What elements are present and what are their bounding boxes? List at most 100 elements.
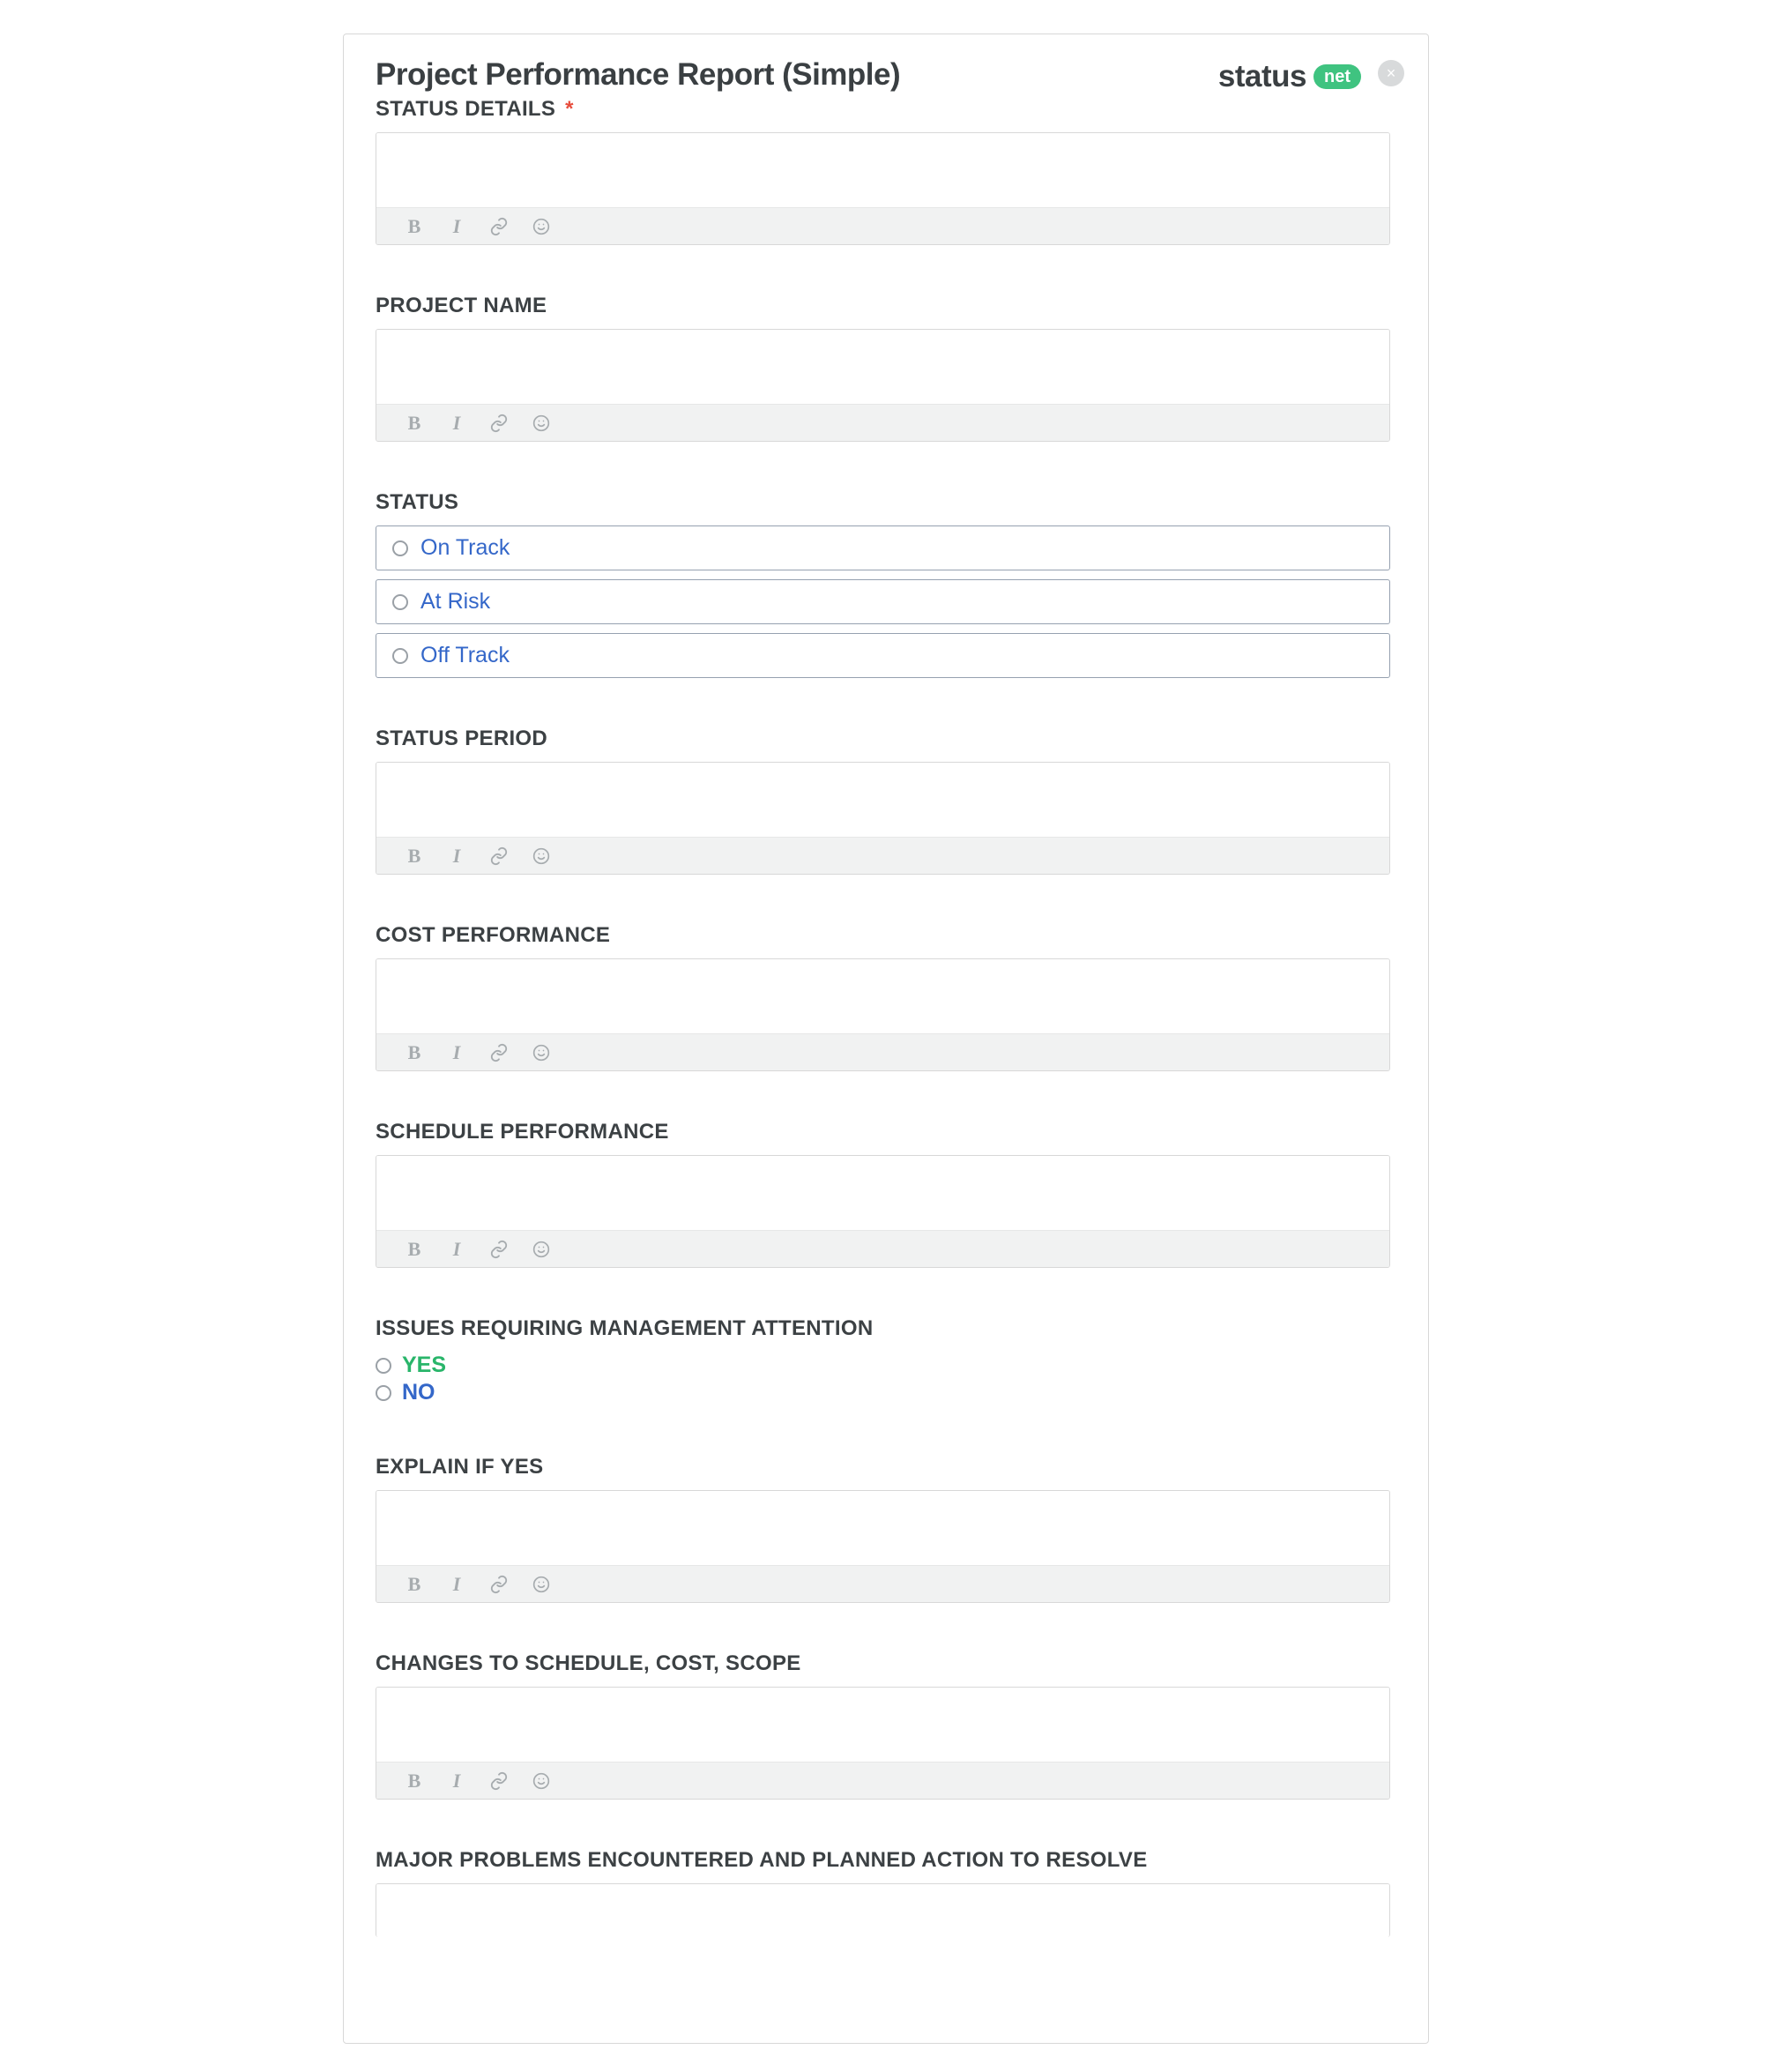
bold-button[interactable]: B	[405, 414, 424, 433]
emoji-button[interactable]	[532, 217, 551, 236]
link-icon	[489, 217, 509, 236]
label-explain-if-yes: EXPLAIN IF YES	[376, 1455, 1396, 1479]
close-icon: ×	[1387, 65, 1396, 81]
link-icon	[489, 1771, 509, 1791]
label-status-period: STATUS PERIOD	[376, 727, 1396, 751]
close-button[interactable]: ×	[1378, 60, 1404, 86]
label-status: STATUS	[376, 490, 1396, 515]
emoji-button[interactable]	[532, 1575, 551, 1594]
smile-icon	[532, 1576, 550, 1593]
editor-cost-performance-body[interactable]	[376, 959, 1389, 1033]
label-schedule-performance: SCHEDULE PERFORMANCE	[376, 1120, 1396, 1144]
label-changes: CHANGES TO SCHEDULE, COST, SCOPE	[376, 1651, 1396, 1676]
status-option-at-risk[interactable]: At Risk	[376, 579, 1390, 624]
section-issues: ISSUES REQUIRING MANAGEMENT ATTENTION YE…	[376, 1316, 1396, 1406]
label-cost-performance: COST PERFORMANCE	[376, 923, 1396, 948]
status-option-off-track-label: Off Track	[420, 643, 510, 668]
editor-schedule-performance: B I	[376, 1155, 1390, 1268]
italic-button[interactable]: I	[447, 846, 466, 866]
bold-button[interactable]: B	[405, 1043, 424, 1062]
radio-icon	[392, 540, 408, 556]
label-status-details-text: STATUS DETAILS	[376, 97, 555, 121]
label-major-problems: MAJOR PROBLEMS ENCOUNTERED AND PLANNED A…	[376, 1848, 1396, 1873]
editor-schedule-performance-body[interactable]	[376, 1156, 1389, 1230]
editor-status-period: B I	[376, 762, 1390, 875]
radio-icon	[392, 648, 408, 664]
bold-button[interactable]: B	[405, 1575, 424, 1594]
editor-changes: B I	[376, 1687, 1390, 1800]
section-schedule-performance: SCHEDULE PERFORMANCE B I	[376, 1120, 1396, 1268]
editor-changes-body[interactable]	[376, 1688, 1389, 1762]
italic-button[interactable]: I	[447, 1240, 466, 1259]
editor-explain-if-yes: B I	[376, 1490, 1390, 1603]
smile-icon	[532, 218, 550, 235]
editor-cost-performance-toolbar: B I	[376, 1033, 1389, 1070]
editor-status-details-body[interactable]	[376, 133, 1389, 207]
issues-option-yes-label: YES	[402, 1353, 446, 1378]
emoji-button[interactable]	[532, 414, 551, 433]
link-button[interactable]	[489, 846, 509, 866]
editor-explain-if-yes-body[interactable]	[376, 1491, 1389, 1565]
link-button[interactable]	[489, 1575, 509, 1594]
italic-button[interactable]: I	[447, 1771, 466, 1791]
status-radio-list: On Track At Risk Off Track	[376, 525, 1390, 678]
label-status-details: STATUS DETAILS *	[376, 97, 1396, 122]
section-cost-performance: COST PERFORMANCE B I	[376, 923, 1396, 1071]
issues-option-yes[interactable]: YES	[376, 1352, 1396, 1379]
editor-explain-if-yes-toolbar: B I	[376, 1565, 1389, 1602]
emoji-button[interactable]	[532, 1771, 551, 1791]
bold-button[interactable]: B	[405, 1771, 424, 1791]
section-status: STATUS On Track At Risk Off Track	[376, 490, 1396, 678]
link-button[interactable]	[489, 414, 509, 433]
link-button[interactable]	[489, 1771, 509, 1791]
brand-logo-badge: net	[1313, 64, 1361, 89]
issues-option-no[interactable]: NO	[376, 1379, 1396, 1406]
bold-button[interactable]: B	[405, 1240, 424, 1259]
link-icon	[489, 1240, 509, 1259]
bold-button[interactable]: B	[405, 846, 424, 866]
italic-button[interactable]: I	[447, 414, 466, 433]
status-option-off-track[interactable]: Off Track	[376, 633, 1390, 678]
link-icon	[489, 846, 509, 866]
editor-status-details-toolbar: B I	[376, 207, 1389, 244]
italic-button[interactable]: I	[447, 1043, 466, 1062]
link-icon	[489, 1575, 509, 1594]
section-project-name: PROJECT NAME B I	[376, 294, 1396, 442]
bold-button[interactable]: B	[405, 217, 424, 236]
radio-icon	[376, 1385, 391, 1401]
status-option-on-track[interactable]: On Track	[376, 525, 1390, 570]
issues-option-no-label: NO	[402, 1380, 435, 1405]
radio-icon	[376, 1358, 391, 1374]
status-option-at-risk-label: At Risk	[420, 589, 490, 615]
section-major-problems: MAJOR PROBLEMS ENCOUNTERED AND PLANNED A…	[376, 1848, 1396, 1937]
section-status-details: STATUS DETAILS * B I	[376, 97, 1396, 245]
emoji-button[interactable]	[532, 1240, 551, 1259]
editor-status-period-toolbar: B I	[376, 837, 1389, 874]
section-status-period: STATUS PERIOD B I	[376, 727, 1396, 875]
section-changes: CHANGES TO SCHEDULE, COST, SCOPE B I	[376, 1651, 1396, 1800]
editor-major-problems-body[interactable]	[376, 1884, 1389, 1937]
link-icon	[489, 1043, 509, 1062]
emoji-button[interactable]	[532, 1043, 551, 1062]
italic-button[interactable]: I	[447, 1575, 466, 1594]
label-issues: ISSUES REQUIRING MANAGEMENT ATTENTION	[376, 1316, 1396, 1341]
page-title: Project Performance Report (Simple)	[376, 57, 900, 93]
editor-project-name-body[interactable]	[376, 330, 1389, 404]
link-button[interactable]	[489, 1043, 509, 1062]
brand-logo: status net	[1218, 59, 1361, 94]
emoji-button[interactable]	[532, 846, 551, 866]
editor-changes-toolbar: B I	[376, 1762, 1389, 1799]
smile-icon	[532, 1772, 550, 1790]
smile-icon	[532, 847, 550, 865]
smile-icon	[532, 414, 550, 432]
editor-status-period-body[interactable]	[376, 763, 1389, 837]
link-button[interactable]	[489, 1240, 509, 1259]
editor-status-details: B I	[376, 132, 1390, 245]
italic-button[interactable]: I	[447, 217, 466, 236]
link-button[interactable]	[489, 217, 509, 236]
link-icon	[489, 414, 509, 433]
editor-project-name-toolbar: B I	[376, 404, 1389, 441]
editor-major-problems	[376, 1883, 1390, 1937]
required-indicator: *	[565, 97, 574, 121]
radio-icon	[392, 594, 408, 610]
